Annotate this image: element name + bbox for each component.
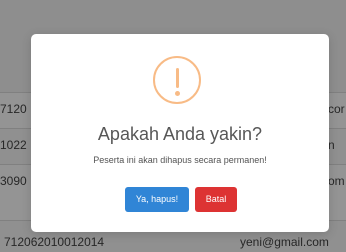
page: 7120 cor 1022 n 3090 om 712062010012014 … [0,0,346,252]
exclamation-icon [153,56,201,104]
exclamation-bar [176,68,179,88]
dialog-title: Apakah Anda yakin? [97,124,263,144]
exclamation-dot [175,91,180,96]
confirm-delete-button[interactable]: Ya, hapus! [125,187,189,212]
cancel-button[interactable]: Batal [195,187,237,212]
dialog-message: Peserta ini akan dihapus secara permanen… [93,155,267,165]
confirm-dialog: Apakah Anda yakin? Peserta ini akan diha… [31,34,329,232]
